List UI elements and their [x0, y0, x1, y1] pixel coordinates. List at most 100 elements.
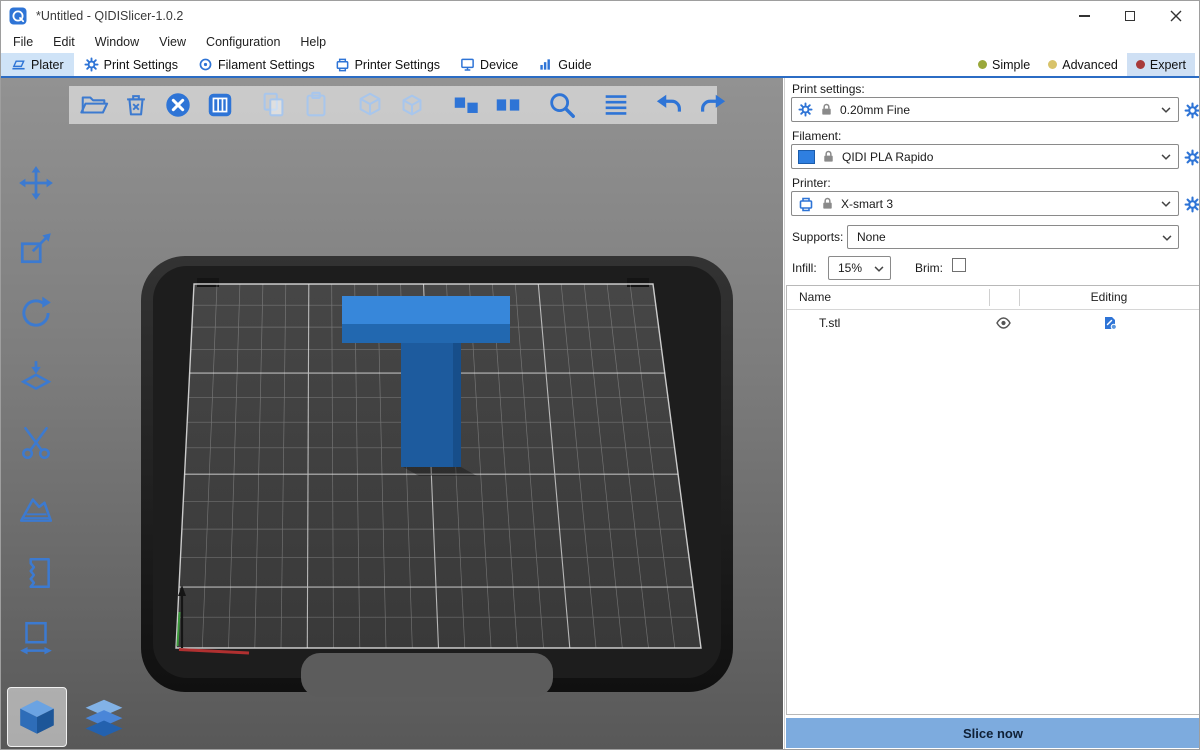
arrange-button[interactable] [204, 89, 236, 121]
tab-print-settings[interactable]: Print Settings [74, 53, 188, 76]
paste-button[interactable] [300, 89, 332, 121]
redo-button[interactable] [696, 89, 728, 121]
chevron-down-icon [1159, 198, 1173, 212]
tab-label: Print Settings [104, 58, 178, 72]
expert-mode-dot-icon [1136, 60, 1145, 69]
rotate-tool-button[interactable] [9, 288, 63, 338]
tab-device[interactable]: Device [450, 53, 528, 76]
plater-toolbar [69, 86, 717, 124]
window-controls [1061, 1, 1199, 31]
lock-icon [821, 149, 836, 164]
lock-icon [820, 196, 835, 211]
remove-instance-button[interactable] [396, 89, 428, 121]
app-window: *Untitled - QIDISlicer-1.0.2 File Edit W… [0, 0, 1200, 750]
printer-combo[interactable]: X-smart 3 [791, 191, 1179, 216]
print-settings-label: Print settings: [792, 82, 865, 96]
mode-simple[interactable]: Simple [969, 53, 1039, 76]
object-list-row[interactable]: T.stl [787, 310, 1199, 336]
filament-combo[interactable]: QIDI PLA Rapido [791, 144, 1179, 169]
gear-icon [1184, 196, 1200, 213]
print-profile-value: 0.20mm Fine [840, 103, 910, 117]
tab-label: Guide [558, 58, 591, 72]
open-button[interactable] [78, 89, 110, 121]
editor-view-button[interactable] [7, 687, 67, 747]
menu-file[interactable]: File [3, 35, 43, 49]
printer-icon [798, 196, 814, 212]
print-profile-combo[interactable]: 0.20mm Fine [791, 97, 1179, 122]
scale-icon [17, 229, 55, 267]
paint-support-icon [17, 489, 55, 527]
chevron-down-icon [1160, 232, 1174, 246]
split-to-objects-button[interactable] [450, 89, 482, 121]
tab-filament-settings[interactable]: Filament Settings [188, 53, 325, 76]
brim-checkbox[interactable] [952, 258, 966, 272]
tab-label: Filament Settings [218, 58, 315, 72]
editor-view-icon [16, 696, 58, 738]
fuzzy-skin-tool-button[interactable] [9, 548, 63, 598]
toggle-visibility-button[interactable] [995, 315, 1012, 331]
column-divider [989, 289, 990, 306]
maximize-button[interactable] [1107, 1, 1153, 31]
measure-icon [17, 619, 55, 657]
mode-advanced[interactable]: Advanced [1039, 53, 1127, 76]
delete-button[interactable] [120, 89, 152, 121]
copy-icon [259, 90, 289, 120]
cut-tool-button[interactable] [9, 418, 63, 468]
chevron-down-icon [1159, 104, 1173, 118]
menu-view[interactable]: View [149, 35, 196, 49]
menu-bar: File Edit Window View Configuration Help [1, 31, 1199, 53]
paint-support-tool-button[interactable] [9, 483, 63, 533]
menu-edit[interactable]: Edit [43, 35, 85, 49]
cut-icon [17, 424, 55, 462]
tab-plater[interactable]: Plater [1, 53, 74, 76]
measure-tool-button[interactable] [9, 613, 63, 663]
guide-icon [538, 57, 553, 72]
filament-gear-button[interactable] [1183, 148, 1200, 166]
lock-icon [819, 102, 834, 117]
place-on-face-icon [17, 359, 55, 397]
tab-guide[interactable]: Guide [528, 53, 601, 76]
supports-combo[interactable]: None [847, 225, 1179, 249]
menu-window[interactable]: Window [85, 35, 149, 49]
add-instance-icon [355, 90, 385, 120]
mode-expert[interactable]: Expert [1127, 53, 1195, 76]
object-editing-button[interactable] [1102, 315, 1118, 331]
copy-button[interactable] [258, 89, 290, 121]
supports-label: Supports: [792, 230, 843, 244]
place-on-face-tool-button[interactable] [9, 353, 63, 403]
menu-help[interactable]: Help [290, 35, 336, 49]
menu-configuration[interactable]: Configuration [196, 35, 290, 49]
scale-tool-button[interactable] [9, 223, 63, 273]
tab-printer-settings[interactable]: Printer Settings [325, 53, 450, 76]
slice-now-label: Slice now [963, 726, 1023, 741]
move-tool-button[interactable] [9, 158, 63, 208]
close-button[interactable] [1153, 1, 1199, 31]
printer-gear-button[interactable] [1183, 195, 1200, 213]
preview-view-button[interactable] [75, 688, 133, 746]
remove-instance-icon [397, 90, 427, 120]
infill-combo[interactable]: 15% [828, 256, 891, 280]
undo-button[interactable] [654, 89, 686, 121]
tab-bar: Plater Print Settings Filament Settings … [1, 53, 1199, 78]
slice-now-button[interactable]: Slice now [786, 718, 1200, 748]
minimize-button[interactable] [1061, 1, 1107, 31]
undo-icon [655, 90, 685, 120]
editing-icon [1102, 315, 1118, 331]
variable-layer-height-button[interactable] [600, 89, 632, 121]
scene-canvas [1, 78, 783, 750]
split-to-parts-button[interactable] [492, 89, 524, 121]
search-button[interactable] [546, 89, 578, 121]
filament-settings-icon [198, 57, 213, 72]
gear-icon [1184, 102, 1200, 119]
object-list: Name Editing T.stl [786, 285, 1200, 715]
delete-all-button[interactable] [162, 89, 194, 121]
tab-label: Plater [31, 58, 64, 72]
tab-label: Printer Settings [355, 58, 440, 72]
viewport-3d[interactable] [1, 78, 783, 750]
print-settings-gear-button[interactable] [1183, 101, 1200, 119]
arrange-icon [205, 90, 235, 120]
split-to-parts-icon [493, 90, 523, 120]
move-icon [17, 164, 55, 202]
add-instance-button[interactable] [354, 89, 386, 121]
mode-switcher: Simple Advanced Expert [969, 53, 1199, 76]
